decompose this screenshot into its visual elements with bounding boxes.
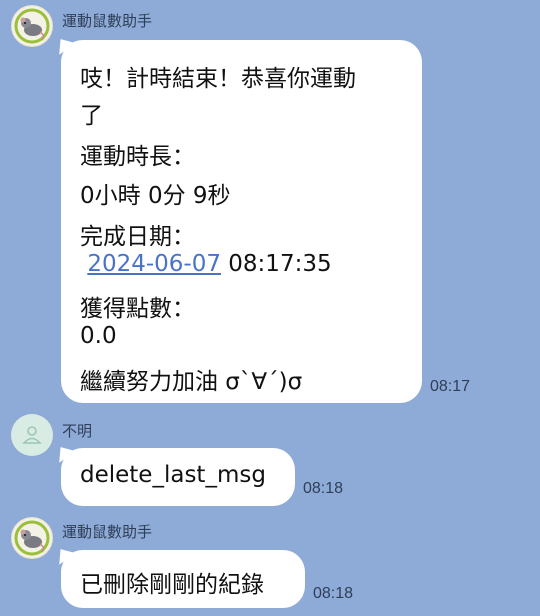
- message-time: 08:18: [313, 585, 354, 602]
- sender-name: 不明: [62, 422, 93, 440]
- message-text: delete_last_msg: [80, 462, 266, 488]
- message-line: 繼續努力加油 σ`∀´)σ: [80, 369, 303, 395]
- message-bubble[interactable]: delete_last_msg: [61, 448, 295, 506]
- message-bubble[interactable]: 已刪除剛剛的紀錄: [61, 550, 305, 608]
- message-line: 吱！計時結束！恭喜你運動: [80, 66, 356, 92]
- user-avatar[interactable]: [11, 414, 53, 456]
- message-line: 0小時 0分 9秒: [80, 183, 231, 209]
- message-line: 獲得點數：: [80, 296, 195, 322]
- bot-avatar[interactable]: [11, 5, 53, 47]
- message-line: 完成日期：: [80, 224, 195, 250]
- rat-bot-icon: [14, 520, 50, 556]
- message-time: 08:18: [303, 480, 344, 497]
- time-text: 08:17:35: [220, 251, 332, 277]
- date-link[interactable]: 2024-06-07: [87, 251, 221, 277]
- sender-name: 運動鼠數助手: [62, 523, 153, 541]
- date-line: 2024-06-07 08:17:35: [80, 251, 332, 277]
- default-user-icon: [22, 426, 42, 444]
- sender-name: 運動鼠數助手: [62, 12, 153, 30]
- message-line: 0.0: [80, 323, 117, 349]
- bot-avatar[interactable]: [11, 517, 53, 559]
- message-bubble[interactable]: 吱！計時結束！恭喜你運動 了 運動時長： 0小時 0分 9秒 完成日期： 202…: [61, 40, 422, 403]
- message-line: 運動時長：: [80, 144, 195, 170]
- message-text: 已刪除剛剛的紀錄: [80, 572, 264, 598]
- message-time: 08:17: [430, 378, 471, 395]
- rat-bot-icon: [14, 8, 50, 44]
- message-line: 了: [80, 103, 103, 129]
